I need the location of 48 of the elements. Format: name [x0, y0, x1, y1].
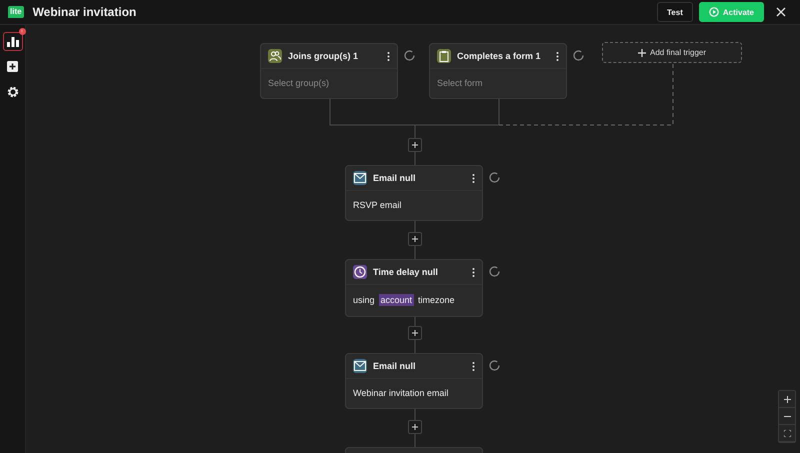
trigger-title: Joins group(s) 1: [288, 51, 360, 61]
test-button[interactable]: Test: [657, 2, 693, 22]
step-title: Email null: [373, 361, 417, 371]
add-step-button[interactable]: [408, 232, 422, 246]
more-icon[interactable]: [472, 362, 475, 370]
add-step-button[interactable]: [408, 420, 422, 434]
settings-icon: [6, 86, 18, 98]
plus-icon: [638, 48, 646, 56]
close-icon: [776, 7, 786, 17]
play-icon: [708, 7, 719, 17]
timezone-tag: account: [378, 294, 414, 306]
loading-icon: [573, 50, 584, 61]
zoom-in-button[interactable]: [779, 391, 795, 408]
add-step-button[interactable]: [408, 138, 422, 152]
trigger-placeholder: Select group(s): [267, 77, 330, 90]
more-icon[interactable]: [387, 52, 390, 60]
loading-icon: [489, 172, 500, 183]
plus-icon: [412, 330, 418, 336]
step-description: RSVP email: [352, 199, 402, 212]
envelope-icon: [353, 359, 367, 373]
clock-icon: [353, 265, 367, 279]
more-icon[interactable]: [556, 52, 559, 60]
loading-icon: [404, 50, 415, 61]
bar-chart-icon: [6, 36, 18, 47]
step-description: Webinar invitation email: [352, 387, 450, 400]
loading-icon: [489, 266, 500, 277]
clipboard-icon: [437, 49, 451, 63]
step-title: Time delay null: [373, 267, 439, 277]
fit-view-icon: [784, 430, 790, 436]
trigger-title: Completes a form 1: [457, 51, 542, 61]
loading-icon: [489, 360, 500, 371]
envelope-icon: [353, 171, 367, 185]
step-title: Email null: [373, 173, 417, 183]
plus-icon: [412, 236, 418, 242]
more-icon[interactable]: [472, 268, 475, 276]
workflow-title: Webinar invitation: [32, 5, 136, 19]
logo: lite: [8, 6, 24, 18]
plus-icon: [412, 424, 418, 430]
people-icon: [268, 49, 282, 63]
plus-icon: [784, 396, 790, 402]
trigger-placeholder: Select form: [436, 77, 484, 90]
step-description: timezone: [418, 295, 455, 305]
plus-icon: [412, 142, 418, 148]
add-final-trigger-button[interactable]: Add final trigger: [602, 42, 742, 63]
add-icon: [7, 61, 18, 72]
step-description: using: [353, 295, 375, 305]
more-icon[interactable]: [472, 174, 475, 182]
add-step-button[interactable]: [408, 326, 422, 340]
